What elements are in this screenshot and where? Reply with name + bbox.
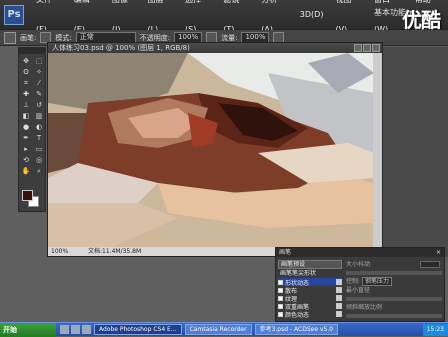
type-tool-icon[interactable]: T xyxy=(33,133,45,143)
size-jitter-value[interactable] xyxy=(420,261,440,268)
photoshop-logo: Ps xyxy=(4,5,24,25)
brush-presets-button[interactable]: 画笔预设 xyxy=(278,260,342,269)
panel-close-icon[interactable]: × xyxy=(436,248,441,257)
zoom-tool-icon[interactable]: ⌕ xyxy=(33,166,45,176)
move-tool-icon[interactable]: ✥ xyxy=(20,56,32,66)
taskbar-item-camtasia[interactable]: Camtasia Recorder xyxy=(184,324,252,335)
quick-launch xyxy=(60,325,91,334)
marquee-tool-icon[interactable]: ⬚ xyxy=(33,56,45,66)
gradient-tool-icon[interactable]: ▥ xyxy=(33,111,45,121)
document-size-info: 文档:11.4M/35.8M xyxy=(88,248,142,255)
crop-tool-icon[interactable]: ⌗ xyxy=(20,78,32,88)
lock-icon[interactable] xyxy=(336,279,342,285)
system-tray-clock[interactable]: 15:23 xyxy=(422,324,448,336)
checkbox-scattering[interactable] xyxy=(278,287,283,293)
vertical-scrollbar[interactable] xyxy=(373,53,382,249)
flow-label: 流量: xyxy=(221,33,238,42)
brush-tool-icon[interactable]: ✎ xyxy=(33,89,45,99)
history-brush-tool-icon[interactable]: ↺ xyxy=(33,100,45,110)
document-window: 人体练习03.psd @ 100% (图层 1, RGB/8) 100% 文档:… xyxy=(47,42,384,257)
eyedropper-tool-icon[interactable]: ⁄ xyxy=(33,78,45,88)
pen-tool-icon[interactable]: ✒ xyxy=(20,133,32,143)
magic-wand-tool-icon[interactable]: ✧ xyxy=(33,67,45,77)
start-label: 开始 xyxy=(3,325,17,334)
taskbar-item-acdsee[interactable]: 参考3.psd - ACDSee v5.0 xyxy=(254,324,339,335)
checkbox-texture[interactable] xyxy=(278,295,283,301)
workspace-background-right xyxy=(383,47,448,257)
control-row: 控制: 钢笔压力 xyxy=(346,277,442,286)
maximize-icon[interactable] xyxy=(363,44,371,52)
document-titlebar[interactable]: 人体练习03.psd @ 100% (图层 1, RGB/8) xyxy=(48,43,382,53)
zoom-readout[interactable]: 100% xyxy=(51,248,68,255)
healing-tool-icon[interactable]: ✚ xyxy=(20,89,32,99)
size-jitter-slider[interactable] xyxy=(346,271,442,275)
painting-artwork xyxy=(48,53,374,249)
lock-icon[interactable] xyxy=(336,287,342,293)
opacity-label: 不透明度: xyxy=(139,33,171,42)
foreground-color-swatch[interactable] xyxy=(22,190,33,201)
quick-launch-icon[interactable] xyxy=(60,325,69,334)
lasso-tool-icon[interactable]: ʘ xyxy=(20,67,32,77)
windows-taskbar: 开始 Adobe Photoshop CS4 E... Camtasia Rec… xyxy=(0,322,448,337)
option-label: 颜色动态 xyxy=(285,311,310,319)
taskbar-item-photoshop[interactable]: Adobe Photoshop CS4 E... xyxy=(94,324,182,335)
blur-tool-icon[interactable]: ● xyxy=(20,122,32,132)
start-button[interactable]: 开始 xyxy=(0,322,56,337)
painting-canvas[interactable] xyxy=(48,53,374,249)
quick-launch-icon[interactable] xyxy=(82,325,91,334)
menu-bar: Ps 文件(F) 编辑(E) 图像(I) 图层(L) 选择(S) 滤镜(T) 分… xyxy=(0,0,448,34)
brush-panel-title: 画笔 xyxy=(279,249,292,256)
size-jitter-row: 大小抖动 xyxy=(346,260,442,269)
checkbox-dual-brush[interactable] xyxy=(278,303,283,309)
min-diameter-slider[interactable] xyxy=(346,297,442,301)
close-icon[interactable] xyxy=(372,44,380,52)
lock-icon[interactable] xyxy=(336,311,342,317)
eraser-tool-icon[interactable]: ◧ xyxy=(20,111,32,121)
brush-panel-header[interactable]: 画笔 × xyxy=(276,248,444,257)
brush-option-color-dynamics[interactable]: 颜色动态 xyxy=(278,310,342,319)
lock-icon[interactable] xyxy=(336,295,342,301)
path-select-tool-icon[interactable]: ▸ xyxy=(20,144,32,154)
mode-label: 模式: xyxy=(55,33,72,42)
3d-rotate-tool-icon[interactable]: ⟲ xyxy=(20,155,32,165)
checkbox-color-dynamics[interactable] xyxy=(278,311,283,317)
min-diameter-label: 最小直径 xyxy=(346,287,371,294)
shape-tool-icon[interactable]: ▭ xyxy=(33,144,45,154)
lock-icon[interactable] xyxy=(336,303,342,309)
quick-launch-icon[interactable] xyxy=(71,325,80,334)
stamp-tool-icon[interactable]: ⊥ xyxy=(20,100,32,110)
hand-tool-icon[interactable]: ✋ xyxy=(20,166,32,176)
3d-orbit-tool-icon[interactable]: ◎ xyxy=(33,155,45,165)
toolbox: ✥ ⬚ ʘ ✧ ⌗ ⁄ ✚ ✎ ⊥ ↺ ◧ ▥ ● ◐ ✒ T ▸ ▭ ⟲ ◎ … xyxy=(18,47,46,212)
menu-3d[interactable]: 3D(D) xyxy=(294,0,330,30)
brush-tool-preset-icon[interactable] xyxy=(4,31,16,44)
youku-watermark: 优酷 xyxy=(402,8,441,32)
brush-label: 画笔: xyxy=(20,33,37,42)
tilt-scale-slider[interactable] xyxy=(346,314,442,318)
checkbox-shape-dynamics[interactable] xyxy=(278,279,283,285)
brush-panel: 画笔 × 画笔预设 画笔笔尖形状 形状动态 散布 纹理 双重画笔 颜色动态 大小… xyxy=(275,247,445,322)
control-label: 控制: xyxy=(346,278,361,285)
dodge-tool-icon[interactable]: ◐ xyxy=(33,122,45,132)
document-title: 人体练习03.psd @ 100% (图层 1, RGB/8) xyxy=(52,44,190,52)
control-dropdown[interactable]: 钢笔压力 xyxy=(361,277,392,286)
size-jitter-label: 大小抖动 xyxy=(346,261,371,268)
minimize-icon[interactable] xyxy=(354,44,362,52)
tilt-scale-label: 倾斜缩放比例 xyxy=(346,304,383,311)
